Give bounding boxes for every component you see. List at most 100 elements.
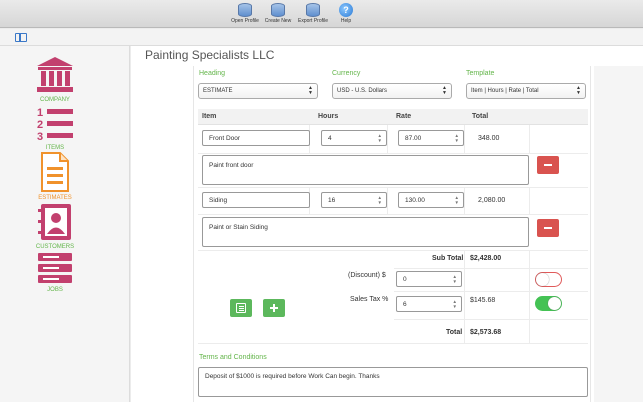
subtotal-value: $2,428.00 (470, 255, 502, 262)
sidebar: COMPANY 1 2 3 ITEMS ESTIMATES CUSTOMERS … (0, 46, 130, 402)
sidebar-toggle-icon[interactable] (15, 33, 27, 42)
discount-value: 0 (403, 276, 407, 283)
sub-toolbar (0, 29, 643, 46)
row-total: 348.00 (478, 135, 500, 142)
subtotal-label: Sub Total (432, 255, 464, 262)
template-select-value: Item | Hours | Rate | Total (471, 88, 539, 94)
stepper-arrows-icon[interactable]: ▲ ▼ (455, 133, 459, 143)
terms-label: Terms and Conditions (199, 354, 267, 361)
open-profile-button[interactable]: Open Profile (230, 3, 260, 24)
hours-value: 16 (328, 197, 336, 204)
create-new-icon (271, 3, 285, 17)
sidebar-item-items[interactable]: 1 2 3 ITEMS (30, 106, 80, 151)
select-arrows-icon: ▲ ▼ (576, 85, 581, 96)
stepper-arrows-icon[interactable]: ▲ ▼ (455, 195, 459, 205)
sidebar-label-company: COMPANY (40, 97, 70, 103)
toggle-knob (536, 273, 549, 286)
discount-label: (Discount) $ (348, 272, 386, 279)
rate-value: 130.00 (405, 197, 425, 204)
svg-text:1: 1 (37, 107, 43, 119)
sidebar-item-estimates[interactable]: ESTIMATES (30, 152, 80, 201)
column-divider (464, 125, 465, 153)
template-select[interactable]: Item | Hours | Rate | Total ▲ ▼ (466, 83, 586, 99)
right-margin (594, 66, 643, 402)
discount-toggle[interactable] (535, 272, 562, 287)
item-name-value: Front Door (209, 135, 241, 142)
row-divider (198, 153, 588, 154)
server-stack-icon (38, 253, 72, 283)
sales-tax-amount: $145.68 (470, 297, 496, 304)
item-description-textarea[interactable]: Paint front door (202, 155, 529, 185)
discount-input[interactable]: 0 ▲ ▼ (396, 271, 462, 287)
select-arrows-icon: ▲ ▼ (442, 85, 447, 96)
rate-value: 87.00 (405, 135, 422, 142)
sidebar-item-jobs[interactable]: JOBS (30, 252, 80, 293)
sidebar-item-customers[interactable]: CUSTOMERS (30, 203, 80, 250)
rate-input[interactable]: 87.00 ▲ ▼ (398, 130, 464, 146)
heading-select[interactable]: ESTIMATE ▲ ▼ (198, 83, 318, 99)
column-divider (464, 188, 465, 214)
column-divider (529, 188, 530, 214)
template-label: Template (466, 70, 495, 77)
svg-text:2: 2 (37, 119, 43, 131)
item-list-button[interactable] (230, 299, 252, 317)
item-description-textarea[interactable]: Paint or Stain Siding (202, 217, 529, 247)
row-divider (394, 291, 588, 292)
open-profile-icon (238, 3, 252, 17)
help-icon: ? (339, 3, 353, 17)
help-button[interactable]: ? Help (336, 3, 356, 24)
table-header: Item Hours Rate Total (198, 109, 588, 125)
hours-input[interactable]: 4 ▲ ▼ (321, 130, 387, 146)
total-label: Total (446, 329, 463, 336)
numbered-list-icon: 1 2 3 (37, 107, 73, 143)
stepper-arrows-icon[interactable]: ▲ ▼ (453, 299, 457, 309)
stepper-arrows-icon[interactable]: ▲ ▼ (453, 274, 457, 284)
select-arrows-icon: ▲ ▼ (308, 85, 313, 96)
item-name-input[interactable]: Front Door (202, 130, 310, 146)
sales-tax-input[interactable]: 6 ▲ ▼ (396, 296, 462, 312)
hours-input[interactable]: 16 ▲ ▼ (321, 192, 387, 208)
document-icon (41, 152, 69, 192)
total-value: $2,573.68 (470, 329, 502, 336)
svg-text:3: 3 (37, 131, 43, 142)
header-hours: Hours (318, 113, 339, 120)
currency-select-value: USD - U.S. Dollars (337, 88, 388, 94)
sales-tax-value: 6 (403, 301, 407, 308)
company-name: Painting Specialists LLC (145, 48, 275, 62)
stepper-arrows-icon[interactable]: ▲ ▼ (378, 133, 382, 143)
terms-textarea[interactable]: Deposit of $1000 is required before Work… (198, 367, 588, 397)
open-profile-label: Open Profile (231, 18, 259, 24)
column-divider (529, 125, 530, 153)
row-divider (198, 343, 588, 344)
create-new-button[interactable]: Create New (262, 3, 294, 24)
column-divider (529, 251, 530, 343)
stepper-arrows-icon[interactable]: ▲ ▼ (378, 195, 382, 205)
delete-row-button[interactable] (537, 219, 559, 237)
item-description-value: Paint or Stain Siding (209, 224, 268, 231)
column-divider (387, 125, 388, 153)
toggle-knob (548, 297, 561, 310)
sales-tax-toggle[interactable] (535, 296, 562, 311)
sidebar-label-jobs: JOBS (47, 287, 63, 293)
item-description-value: Paint front door (209, 162, 254, 169)
delete-row-button[interactable] (537, 156, 559, 174)
heading-label: Heading (199, 70, 226, 77)
header-item: Item (202, 113, 217, 120)
currency-select[interactable]: USD - U.S. Dollars ▲ ▼ (332, 83, 452, 99)
export-profile-icon (306, 3, 320, 17)
export-profile-button[interactable]: Export Profile (296, 3, 330, 24)
create-new-label: Create New (264, 18, 292, 24)
rate-input[interactable]: 130.00 ▲ ▼ (398, 192, 464, 208)
heading-select-value: ESTIMATE (203, 88, 233, 94)
sidebar-item-company[interactable]: COMPANY (30, 56, 80, 103)
row-divider (394, 319, 588, 320)
help-label: Help (340, 18, 352, 24)
main-content: Painting Specialists LLC Heading ESTIMAT… (131, 46, 643, 402)
hours-value: 4 (328, 135, 332, 142)
item-name-input[interactable]: Siding (202, 192, 310, 208)
sales-tax-label: Sales Tax % (350, 296, 389, 303)
column-divider (387, 188, 388, 214)
add-item-button[interactable] (263, 299, 285, 317)
list-icon (236, 303, 246, 313)
row-total: 2,080.00 (478, 197, 506, 204)
